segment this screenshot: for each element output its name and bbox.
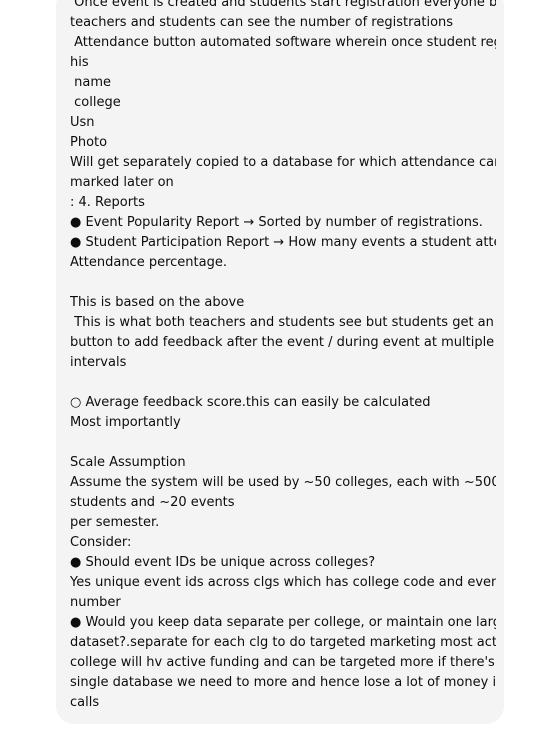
message-line: students and ~20 events: [70, 495, 235, 510]
message-line: college: [70, 95, 121, 110]
message-line: Most importantly: [70, 415, 181, 430]
message-line: Yes unique event ids across clgs which h…: [70, 575, 496, 590]
message-line: [70, 433, 496, 453]
message-line: his: [70, 55, 89, 70]
user-message-bubble: Once event is created and students start…: [56, 0, 504, 724]
message-line: : 4. Reports: [70, 195, 145, 210]
chat-page: Once event is created and students start…: [0, 0, 559, 752]
message-line: [70, 373, 496, 393]
message-line: This is what both teachers and students …: [70, 315, 496, 330]
message-line: ● Should event IDs be unique across coll…: [70, 555, 376, 570]
message-line: college will hv active funding and can b…: [70, 655, 496, 670]
message-line: single database we need to more and henc…: [70, 675, 496, 690]
message-line: ● Event Popularity Report → Sorted by nu…: [70, 215, 483, 230]
message-line: intervals: [70, 355, 127, 370]
message-line: marked later on: [70, 175, 174, 190]
message-line: ● Would you keep data separate per colle…: [70, 615, 496, 630]
message-line: Attendance button automated software whe…: [70, 35, 496, 50]
message-line: This is based on the above: [70, 295, 245, 310]
message-line: Usn: [70, 115, 95, 130]
message-line: Assume the system will be used by ~50 co…: [70, 475, 496, 490]
message-line: [70, 273, 496, 293]
message-line: dataset?.separate for each clg to do tar…: [70, 635, 496, 650]
message-line: Scale Assumption: [70, 455, 186, 470]
message-line: number: [70, 595, 121, 610]
message-line: Will get separately copied to a database…: [70, 155, 496, 170]
message-line: Consider:: [70, 535, 132, 550]
message-line: button to add feedback after the event /…: [70, 335, 496, 350]
message-line: calls: [70, 695, 100, 710]
message-line: ○ Average feedback score.this can easily…: [70, 395, 431, 410]
message-line: Photo: [70, 135, 108, 150]
message-line: Attendance percentage.: [70, 255, 227, 270]
message-line: name: [70, 75, 111, 90]
message-line: per semester.: [70, 515, 160, 530]
message-text: Once event is created and students start…: [70, 0, 496, 713]
message-line: ● Student Participation Report → How man…: [70, 235, 496, 250]
message-line: teachers and students can see the number…: [70, 15, 454, 30]
message-line: Once event is created and students start…: [70, 0, 496, 10]
